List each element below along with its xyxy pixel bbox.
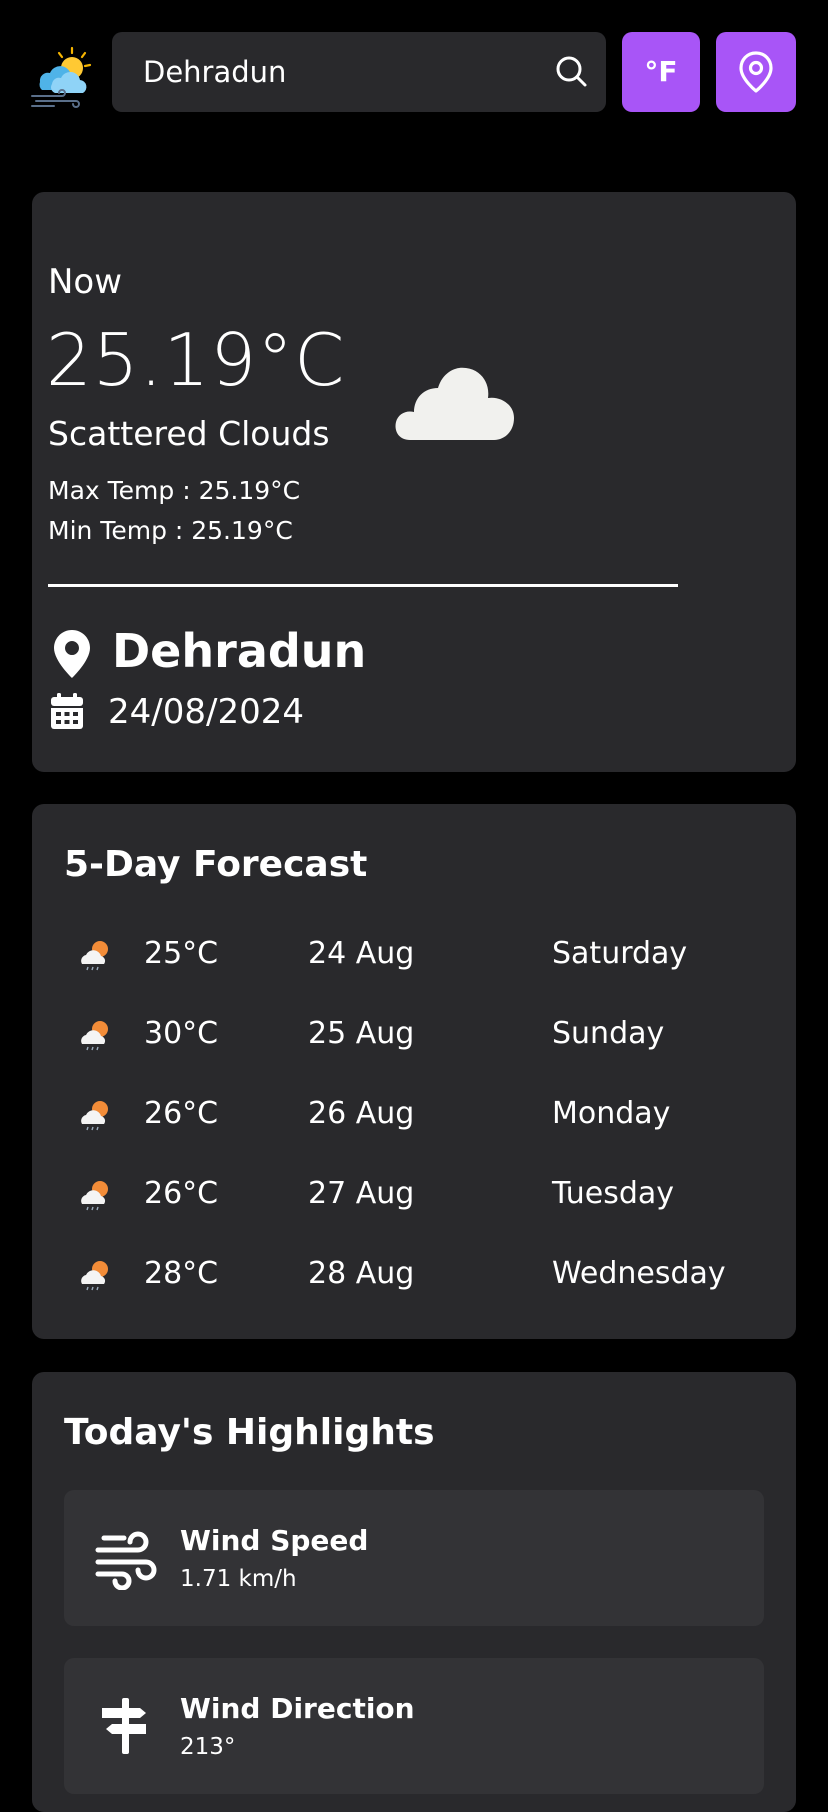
highlight-label: Wind Speed bbox=[180, 1524, 369, 1557]
current-date: 24/08/2024 bbox=[108, 692, 304, 732]
forecast-row: 26°C 26 Aug Monday bbox=[32, 1084, 796, 1144]
forecast-row: 25°C 24 Aug Saturday bbox=[32, 924, 796, 984]
forecast-date: 27 Aug bbox=[308, 1176, 415, 1211]
signpost-icon bbox=[94, 1694, 158, 1758]
forecast-day: Monday bbox=[552, 1096, 671, 1131]
rain-sun-cloud-icon bbox=[76, 1098, 112, 1134]
app-header: Dehradun °F bbox=[0, 0, 828, 140]
min-temperature: Min Temp : 25.19°C bbox=[48, 516, 293, 545]
highlights-card: Today's Highlights Wind Speed 1.71 km/h bbox=[32, 1372, 796, 1812]
calendar-icon bbox=[50, 692, 84, 730]
highlight-value: 213° bbox=[180, 1734, 236, 1760]
highlights-title: Today's Highlights bbox=[64, 1412, 435, 1453]
forecast-date: 25 Aug bbox=[308, 1016, 415, 1051]
forecast-day: Tuesday bbox=[552, 1176, 675, 1211]
max-temperature: Max Temp : 25.19°C bbox=[48, 476, 301, 505]
rain-sun-cloud-icon bbox=[76, 938, 112, 974]
wind-icon bbox=[94, 1526, 158, 1591]
forecast-row: 28°C 28 Aug Wednesday bbox=[32, 1244, 796, 1304]
forecast-temp: 28°C bbox=[144, 1256, 219, 1291]
unit-toggle-button[interactable]: °F bbox=[622, 32, 700, 112]
highlight-wind-speed: Wind Speed 1.71 km/h bbox=[64, 1490, 764, 1626]
forecast-date: 28 Aug bbox=[308, 1256, 415, 1291]
location-pin-icon bbox=[52, 628, 92, 680]
search-input[interactable]: Dehradun bbox=[112, 32, 606, 112]
rain-sun-cloud-icon bbox=[76, 1178, 112, 1214]
weather-condition: Scattered Clouds bbox=[48, 414, 330, 453]
highlight-wind-direction: Wind Direction 213° bbox=[64, 1658, 764, 1794]
current-temperature: 25.19°C bbox=[46, 318, 346, 402]
highlight-label: Wind Direction bbox=[180, 1692, 415, 1725]
search-icon[interactable] bbox=[552, 52, 592, 92]
highlight-value: 1.71 km/h bbox=[180, 1566, 297, 1592]
forecast-row: 30°C 25 Aug Sunday bbox=[32, 1004, 796, 1064]
forecast-temp: 26°C bbox=[144, 1176, 219, 1211]
app-logo-icon bbox=[30, 44, 96, 110]
forecast-day: Sunday bbox=[552, 1016, 665, 1051]
forecast-temp: 26°C bbox=[144, 1096, 219, 1131]
forecast-date: 26 Aug bbox=[308, 1096, 415, 1131]
forecast-day: Saturday bbox=[552, 936, 688, 971]
forecast-card: 5-Day Forecast 25°C 24 Aug Saturday 30°C… bbox=[32, 804, 796, 1339]
forecast-date: 24 Aug bbox=[308, 936, 415, 971]
now-label: Now bbox=[48, 262, 123, 302]
city-name: Dehradun bbox=[112, 624, 367, 678]
forecast-row: 26°C 27 Aug Tuesday bbox=[32, 1164, 796, 1224]
forecast-temp: 25°C bbox=[144, 936, 219, 971]
forecast-title: 5-Day Forecast bbox=[64, 844, 368, 885]
rain-sun-cloud-icon bbox=[76, 1018, 112, 1054]
cloud-icon bbox=[392, 362, 520, 448]
current-location-button[interactable] bbox=[716, 32, 796, 112]
map-pin-icon bbox=[739, 51, 773, 93]
forecast-day: Wednesday bbox=[552, 1256, 726, 1291]
search-input-value[interactable]: Dehradun bbox=[143, 32, 286, 112]
rain-sun-cloud-icon bbox=[76, 1258, 112, 1294]
divider bbox=[48, 584, 678, 587]
forecast-temp: 30°C bbox=[144, 1016, 219, 1051]
